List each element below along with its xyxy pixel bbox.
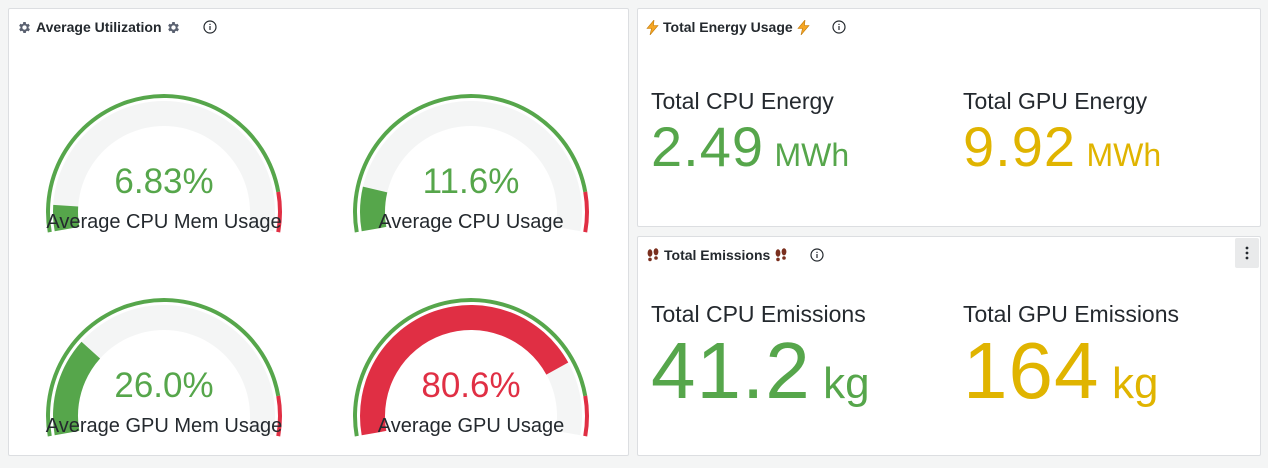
panel-header[interactable]: Total Emissions xyxy=(646,245,824,265)
stat-cpu-emissions: Total CPU Emissions 41.2 kg xyxy=(651,300,870,437)
stat-title: Total CPU Energy xyxy=(651,88,834,114)
stat-title: Total CPU Emissions xyxy=(651,301,866,327)
stat-gpu-energy: Total GPU Energy 9.92 MWh xyxy=(963,87,1161,192)
stat-unit: MWh xyxy=(774,137,850,173)
total-emissions-panel: Total Emissions Total CPU Emissions 41.2… xyxy=(637,236,1261,456)
info-icon[interactable] xyxy=(202,20,217,34)
info-icon[interactable] xyxy=(832,20,846,34)
stat-number: 41.2 xyxy=(651,326,811,415)
gauge-cpu-mem: 6.83% Average CPU Mem Usage xyxy=(14,54,314,254)
stat-number: 164 xyxy=(963,326,1100,415)
stat-unit: MWh xyxy=(1086,137,1162,173)
gauge-title: Average CPU Usage xyxy=(378,211,564,233)
gauge-value: 26.0% xyxy=(114,366,214,405)
gauge-gpu: 80.6% Average GPU Usage xyxy=(321,258,621,458)
stat-title: Total GPU Energy xyxy=(963,88,1148,114)
gauge-title: Average GPU Mem Usage xyxy=(45,415,283,437)
footprints-icon xyxy=(646,248,660,262)
stat-number: 9.92 xyxy=(963,115,1076,178)
stat-cpu-energy: Total CPU Energy 2.49 MWh xyxy=(651,87,849,192)
stat-value: 41.2 kg xyxy=(651,328,870,437)
gauge-value: 11.6% xyxy=(422,162,520,201)
footprints-icon xyxy=(774,248,788,262)
panel-header[interactable]: Total Energy Usage xyxy=(646,17,846,37)
panel-header[interactable]: Average Utilization xyxy=(17,17,217,37)
gauge-title: Average GPU Usage xyxy=(377,415,565,437)
panel-menu-button[interactable] xyxy=(1235,238,1259,268)
panel-title: Total Energy Usage xyxy=(663,19,793,35)
stat-value: 2.49 MWh xyxy=(651,117,849,192)
stat-number: 2.49 xyxy=(651,115,764,178)
stat-value: 164 kg xyxy=(963,328,1179,437)
gear-icon xyxy=(17,20,32,35)
info-icon[interactable] xyxy=(810,248,824,262)
stat-unit: kg xyxy=(1111,359,1159,408)
gear-icon xyxy=(166,20,181,35)
stat-unit: kg xyxy=(823,359,870,408)
panel-title: Average Utilization xyxy=(36,19,162,35)
panel-title: Total Emissions xyxy=(664,247,771,263)
average-utilization-panel: Average Utilization 6.83% Average CPU Me… xyxy=(8,8,629,456)
stat-value: 9.92 MWh xyxy=(963,117,1161,192)
gauge-gpu-mem: 26.0% Average GPU Mem Usage xyxy=(14,258,314,458)
gauge-title: Average CPU Mem Usage xyxy=(46,211,282,233)
gauge-value: 6.83% xyxy=(114,162,214,201)
gauge-cpu: 11.6% Average CPU Usage xyxy=(321,54,621,254)
lightning-icon xyxy=(797,19,810,35)
gauge-value: 80.6% xyxy=(421,366,521,405)
more-vertical-icon xyxy=(1245,246,1249,260)
stat-title: Total GPU Emissions xyxy=(963,301,1180,327)
total-energy-panel: Total Energy Usage Total CPU Energy 2.49… xyxy=(637,8,1261,227)
lightning-icon xyxy=(646,19,659,35)
stat-gpu-emissions: Total GPU Emissions 164 kg xyxy=(963,300,1179,437)
